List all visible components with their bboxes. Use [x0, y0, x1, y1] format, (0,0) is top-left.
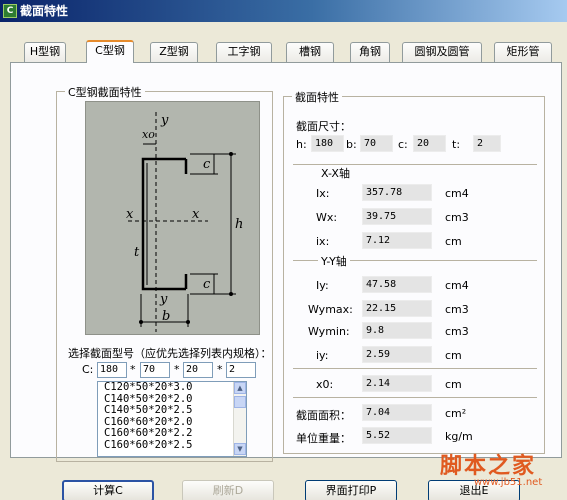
sep-1: * [130, 363, 136, 376]
section-group-title: C型钢截面特性 [65, 84, 145, 100]
tab-round[interactable]: 圆钢及圆管 [402, 42, 482, 62]
selector-prefix: C: [82, 363, 94, 376]
weight-unit: kg/m [445, 430, 473, 443]
iyr-label: iy: [316, 349, 329, 362]
input-t[interactable]: 2 [226, 362, 256, 378]
divider [293, 368, 537, 369]
area-label: 截面面积： [296, 409, 351, 422]
ix-value: 357.78 [362, 184, 432, 201]
label-x-left: x [126, 207, 134, 222]
x0-unit: cm [445, 378, 462, 391]
wx-label: Wx: [316, 211, 338, 224]
x0-label: x0: [316, 378, 334, 391]
ixr-value: 7.12 [362, 232, 432, 249]
tab-rect-tube[interactable]: 矩形管 [494, 42, 552, 62]
tab-label: 工字钢 [227, 45, 261, 58]
ix-unit: cm4 [445, 187, 469, 200]
dim-h-value: 180 [311, 135, 344, 152]
weight-label: 单位重量： [296, 432, 351, 445]
sep-2: * [174, 363, 180, 376]
refresh-button[interactable]: 刷新D [182, 480, 274, 500]
scroll-up-icon[interactable]: ▲ [234, 382, 246, 394]
label-t: t [134, 245, 140, 260]
dim-t-label: t: [452, 138, 461, 151]
area-unit: cm² [445, 407, 467, 420]
iy-unit: cm4 [445, 279, 469, 292]
list-item[interactable]: C120*50*20*3.0 [98, 382, 246, 394]
section-diagram: xo y x x c c h t y b [85, 101, 260, 335]
tab-angle[interactable]: 角钢 [350, 42, 390, 62]
xx-title: X-X轴 [318, 165, 353, 181]
scroll-down-icon[interactable]: ▼ [234, 443, 246, 455]
window-title: 截面特性 [20, 4, 69, 18]
sep-3: * [217, 363, 223, 376]
wymin-value: 9.8 [362, 322, 432, 339]
scroll-thumb[interactable] [234, 396, 246, 408]
input-c[interactable]: 20 [183, 362, 213, 378]
label-xo: xo [142, 128, 155, 141]
tab-label: 角钢 [359, 45, 381, 58]
wymin-unit: cm3 [445, 325, 469, 338]
x0-value: 2.14 [362, 375, 432, 392]
listbox-scrollbar[interactable]: ▲ ▼ [233, 382, 246, 456]
size-title: 截面尺寸： [296, 120, 351, 133]
print-button[interactable]: 界面打印P [305, 480, 397, 500]
wymax-value: 22.15 [362, 300, 432, 317]
tab-strip: H型钢 C型钢 Z型钢 工字钢 槽钢 角钢 圆钢及圆管 矩形管 [10, 40, 562, 63]
tab-label: 槽钢 [299, 45, 321, 58]
label-b: b [162, 309, 170, 324]
iy-label: Iy: [316, 279, 329, 292]
area-value: 7.04 [362, 404, 432, 421]
dim-t-value: 2 [473, 135, 501, 152]
app-icon: C [3, 4, 17, 18]
wx-value: 39.75 [362, 208, 432, 225]
tab-i-beam[interactable]: 工字钢 [216, 42, 272, 62]
divider [293, 397, 537, 398]
ix-label: Ix: [316, 187, 330, 200]
dim-h-label: h: [296, 138, 307, 151]
input-b[interactable]: 70 [140, 362, 170, 378]
list-item[interactable]: C160*60*20*2.5 [98, 439, 246, 452]
input-h[interactable]: 180 [97, 362, 127, 378]
selector-prompt: 选择截面型号（应优先选择列表内规格）： [68, 347, 272, 360]
properties-group-title: 截面特性 [292, 89, 342, 105]
wymax-label: Wymax: [308, 303, 353, 316]
calculate-button[interactable]: 计算C [62, 480, 154, 500]
title-bar: C 截面特性 [0, 0, 567, 22]
dim-b-label: b: [346, 138, 357, 151]
label-y-bottom: y [159, 292, 168, 307]
watermark-logo: 脚本之家 [440, 453, 537, 479]
label-c-top: c [203, 157, 211, 172]
label-y-top: y [160, 113, 169, 128]
tab-label: C型钢 [95, 44, 125, 57]
spec-listbox[interactable]: C120*50*20*3.0 C140*50*20*2.0 C140*50*20… [97, 381, 247, 457]
tab-z-steel[interactable]: Z型钢 [150, 42, 198, 62]
tab-label: H型钢 [29, 45, 61, 58]
iyr-value: 2.59 [362, 346, 432, 363]
dim-b-value: 70 [360, 135, 393, 152]
yy-title: Y-Y轴 [318, 253, 350, 269]
tab-label: Z型钢 [159, 45, 189, 58]
ixr-unit: cm [445, 235, 462, 248]
tab-channel[interactable]: 槽钢 [286, 42, 334, 62]
tab-label: 矩形管 [506, 45, 540, 58]
iyr-unit: cm [445, 349, 462, 362]
wymin-label: Wymin: [308, 325, 350, 338]
watermark-url: www.jb51.net [474, 477, 543, 488]
label-x-right: x [192, 207, 200, 222]
c-section-drawing: xo y x x c c h t y b [126, 112, 243, 332]
weight-value: 5.52 [362, 427, 432, 444]
wymax-unit: cm3 [445, 303, 469, 316]
dim-c-value: 20 [413, 135, 446, 152]
dim-c-label: c: [398, 138, 408, 151]
tab-label: 圆钢及圆管 [414, 45, 470, 58]
tab-c-steel[interactable]: C型钢 [86, 40, 134, 63]
label-c-bottom: c [203, 277, 211, 292]
tab-h-steel[interactable]: H型钢 [24, 42, 66, 62]
wx-unit: cm3 [445, 211, 469, 224]
ixr-label: ix: [316, 235, 330, 248]
label-h: h [235, 217, 243, 232]
iy-value: 47.58 [362, 276, 432, 293]
